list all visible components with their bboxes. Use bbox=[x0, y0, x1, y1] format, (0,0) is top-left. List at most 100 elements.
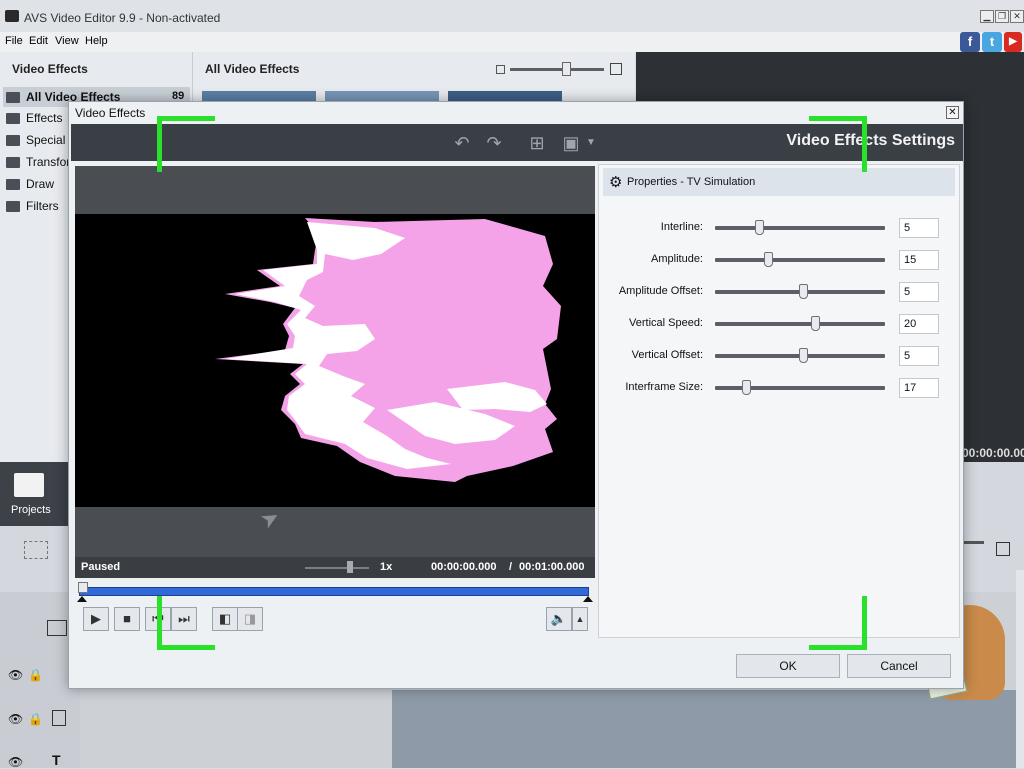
eye-icon[interactable]: 👁 bbox=[8, 712, 23, 726]
tree-item-label: Effects bbox=[26, 111, 63, 125]
seek-bar[interactable] bbox=[79, 587, 589, 596]
split-view-button[interactable]: ◧ bbox=[212, 607, 238, 631]
playback-status: Paused bbox=[81, 561, 121, 573]
twitter-icon[interactable]: t bbox=[982, 32, 1002, 52]
minimize-button[interactable]: ▁ bbox=[980, 10, 994, 23]
property-label: Interframe Size: bbox=[625, 381, 703, 393]
volume-button[interactable]: 🔈 bbox=[546, 607, 572, 631]
folder-icon bbox=[6, 156, 20, 168]
focus-corner-bottom-left bbox=[157, 645, 215, 650]
effect-thumbnail[interactable] bbox=[448, 91, 562, 101]
property-slider[interactable] bbox=[715, 226, 885, 230]
focus-corner-top-right bbox=[809, 116, 867, 121]
eye-icon[interactable]: 👁 bbox=[8, 755, 23, 769]
tree-item-draw[interactable]: Draw bbox=[6, 174, 54, 194]
tree-item-filters[interactable]: Filters bbox=[6, 196, 59, 216]
end-marker[interactable] bbox=[583, 596, 593, 602]
monitor-icon[interactable]: ▣ bbox=[561, 133, 581, 153]
playback-speed-handle[interactable] bbox=[347, 561, 353, 573]
large-thumbs-icon[interactable] bbox=[610, 63, 622, 75]
app-title: AVS Video Editor 9.9 - Non-activated bbox=[24, 11, 221, 25]
folder-icon bbox=[6, 112, 20, 124]
thumb-size-slider-handle[interactable] bbox=[562, 62, 571, 76]
property-slider[interactable] bbox=[715, 258, 885, 262]
next-frame-button[interactable]: ⏭ bbox=[171, 607, 197, 631]
property-slider[interactable] bbox=[715, 322, 885, 326]
property-label: Amplitude: bbox=[651, 253, 703, 265]
volume-dropdown-button[interactable]: ▲ bbox=[572, 607, 588, 631]
tree-item-effects[interactable]: Effects bbox=[6, 108, 62, 128]
focus-corner-bottom-right bbox=[809, 645, 867, 650]
restore-button[interactable]: ❐ bbox=[995, 10, 1009, 23]
start-marker[interactable] bbox=[77, 596, 87, 602]
menu-bar bbox=[0, 32, 1024, 52]
cancel-button[interactable]: Cancel bbox=[847, 654, 951, 678]
thumb-size-slider[interactable] bbox=[510, 68, 604, 71]
property-label: Vertical Offset: bbox=[631, 349, 703, 361]
property-slider[interactable] bbox=[715, 386, 885, 390]
property-value-field[interactable]: 20 bbox=[899, 314, 939, 334]
chevron-down-icon[interactable]: ▼ bbox=[585, 133, 597, 153]
grid-icon[interactable]: ⊞ bbox=[526, 133, 548, 153]
fit-timeline-icon[interactable] bbox=[996, 542, 1010, 556]
property-slider-thumb[interactable] bbox=[742, 380, 751, 395]
timeline-scrollbar[interactable] bbox=[1016, 570, 1024, 768]
focus-corner-top-left bbox=[157, 116, 162, 172]
total-time: 00:01:00.000 bbox=[519, 561, 585, 573]
compare-view-button[interactable]: ◨ bbox=[237, 607, 263, 631]
storyboard-icon[interactable] bbox=[24, 541, 48, 559]
ok-button[interactable]: OK bbox=[736, 654, 840, 678]
property-value-field[interactable]: 15 bbox=[899, 250, 939, 270]
redo-icon[interactable]: ↷ bbox=[483, 133, 505, 153]
lock-icon[interactable]: 🔒 bbox=[28, 712, 43, 726]
facebook-icon[interactable]: f bbox=[960, 32, 980, 52]
focus-corner-bottom-right bbox=[862, 596, 867, 650]
menu-edit[interactable]: Edit bbox=[29, 35, 48, 47]
focus-corner-bottom-left bbox=[157, 596, 162, 650]
focus-corner-top-right bbox=[862, 116, 867, 172]
effect-thumbnail[interactable] bbox=[202, 91, 316, 101]
folder-icon bbox=[6, 178, 20, 190]
menu-view[interactable]: View bbox=[55, 35, 79, 47]
property-slider-thumb[interactable] bbox=[799, 284, 808, 299]
tree-item-transform[interactable]: Transfor bbox=[6, 152, 70, 172]
gallery-title: All Video Effects bbox=[205, 62, 300, 76]
close-button[interactable]: ✕ bbox=[1010, 10, 1024, 23]
property-value-field[interactable]: 17 bbox=[899, 378, 939, 398]
property-label: Amplitude Offset: bbox=[618, 285, 703, 297]
dialog-close-button[interactable]: ✕ bbox=[946, 106, 959, 119]
menu-help[interactable]: Help bbox=[85, 35, 108, 47]
timeline-clip[interactable] bbox=[392, 690, 1024, 768]
property-slider-thumb[interactable] bbox=[764, 252, 773, 267]
folder-icon bbox=[6, 134, 20, 146]
play-button[interactable]: ▶ bbox=[83, 607, 109, 631]
tree-item-special[interactable]: Special bbox=[6, 130, 65, 150]
effect-thumbnail[interactable] bbox=[325, 91, 439, 101]
focus-corner-top-left bbox=[157, 116, 215, 121]
seek-handle[interactable] bbox=[78, 582, 88, 593]
stop-button[interactable]: ■ bbox=[114, 607, 140, 631]
youtube-icon[interactable]: ▶ bbox=[1004, 32, 1022, 52]
property-slider-thumb[interactable] bbox=[755, 220, 764, 235]
property-slider-thumb[interactable] bbox=[799, 348, 808, 363]
text-track-icon: T bbox=[52, 752, 61, 768]
current-time: 00:00:00.000 bbox=[431, 561, 497, 573]
properties-title: Properties - TV Simulation bbox=[627, 176, 756, 188]
property-slider-thumb[interactable] bbox=[811, 316, 820, 331]
dialog-toolbar: ↶ ↷ ⊞ ▣ ▼ Video Effects Settings bbox=[71, 124, 963, 161]
eye-icon[interactable]: 👁 bbox=[8, 668, 23, 682]
undo-icon[interactable]: ↶ bbox=[451, 133, 473, 153]
property-value-field[interactable]: 5 bbox=[899, 346, 939, 366]
tree-item-label: Special bbox=[26, 133, 66, 147]
property-value-field[interactable]: 5 bbox=[899, 218, 939, 238]
small-thumbs-icon[interactable] bbox=[496, 65, 505, 74]
playback-speed-slider[interactable] bbox=[305, 567, 369, 569]
zoom-slider[interactable] bbox=[964, 541, 984, 544]
lock-icon[interactable]: 🔒 bbox=[28, 668, 43, 682]
time-separator: / bbox=[509, 561, 513, 573]
property-value-field[interactable]: 5 bbox=[899, 282, 939, 302]
video-effects-dialog: Video Effects ✕ ↶ ↷ ⊞ ▣ ▼ Video Effects … bbox=[68, 101, 964, 689]
menu-file[interactable]: File bbox=[5, 35, 23, 47]
tree-item-label: Filters bbox=[26, 199, 59, 213]
properties-header: ⚙ Properties - TV Simulation bbox=[603, 168, 955, 196]
